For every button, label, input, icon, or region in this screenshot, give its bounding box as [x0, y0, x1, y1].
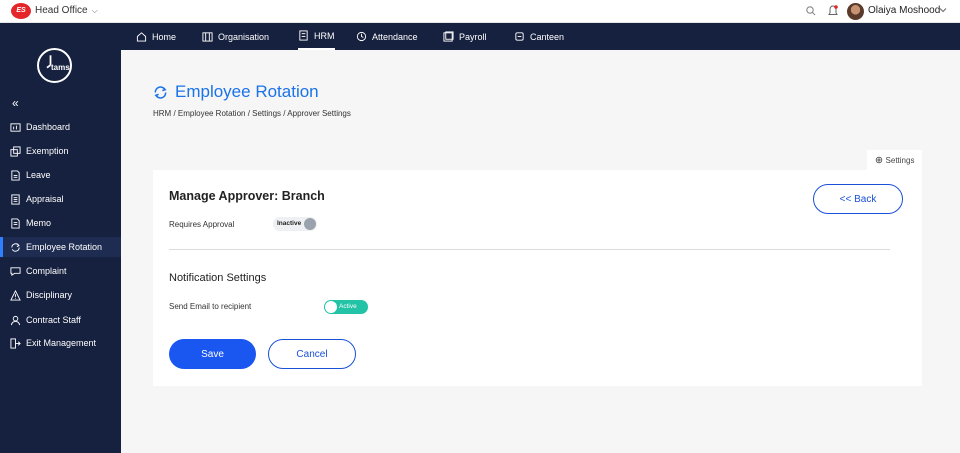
org-name: Head Office — [35, 5, 88, 16]
sidebar-item-dashboard[interactable]: Dashboard — [0, 117, 121, 137]
toggle-knob — [325, 301, 337, 313]
requires-approval-label: Requires Approval — [169, 220, 235, 229]
sidebar-item-label: Contract Staff — [26, 315, 81, 325]
canteen-icon — [515, 32, 524, 41]
sidebar-item-exemption[interactable]: Exemption — [0, 141, 121, 161]
exemption-icon — [10, 145, 21, 157]
send-email-label: Send Email to recipient — [169, 302, 252, 311]
main-navbar: Home Organisation HRM Attendance Payroll… — [121, 23, 960, 50]
company-logo: ES — [11, 3, 31, 19]
warning-icon — [10, 289, 21, 301]
page-title-text: Employee Rotation — [175, 82, 319, 101]
sidebar-item-appraisal[interactable]: Appraisal — [0, 189, 121, 209]
rotation-icon — [154, 85, 167, 99]
notification-settings-title: Notification Settings — [169, 272, 267, 284]
bell-icon[interactable] — [827, 4, 839, 18]
sidebar-item-complaint[interactable]: Complaint — [0, 261, 121, 281]
sidebar-item-label: Exemption — [26, 146, 69, 156]
sidebar-item-disciplinary[interactable]: Disciplinary — [0, 285, 121, 305]
home-icon — [136, 32, 147, 42]
top-bar: ES Head Office ⌵ Olaiya Moshood — [0, 0, 960, 23]
gear-icon — [875, 156, 882, 164]
tab-home[interactable]: Home — [136, 23, 176, 50]
logo-text: tams — [51, 63, 70, 72]
sidebar-item-leave[interactable]: Leave — [0, 165, 121, 185]
sidebar-item-label: Memo — [26, 218, 52, 228]
building-icon — [202, 32, 213, 42]
divider — [169, 249, 890, 250]
sidebar-item-label: Disciplinary — [26, 290, 73, 300]
exit-icon — [10, 337, 21, 349]
send-email-toggle[interactable]: Active — [324, 300, 368, 314]
payroll-icon — [443, 31, 454, 42]
collapse-sidebar-icon[interactable]: « — [12, 96, 19, 110]
sidebar-item-memo[interactable]: Memo — [0, 213, 121, 233]
sidebar-item-label: Complaint — [26, 266, 67, 276]
hrm-icon — [299, 30, 308, 41]
avatar[interactable] — [847, 3, 864, 20]
toggle-knob — [304, 218, 316, 230]
rotation-icon — [11, 242, 20, 252]
tab-attendance[interactable]: Attendance — [356, 23, 418, 50]
sidebar-item-label: Leave — [26, 170, 51, 180]
requires-approval-toggle[interactable]: Inactive — [273, 217, 317, 231]
tab-organisation[interactable]: Organisation — [202, 23, 269, 50]
sidebar-item-label: Dashboard — [26, 122, 71, 132]
appraisal-icon — [11, 193, 20, 205]
breadcrumb: HRM / Employee Rotation / Settings / App… — [153, 109, 351, 118]
tab-label: Canteen — [530, 31, 565, 42]
cancel-button[interactable]: Cancel — [268, 339, 356, 369]
sidebar-item-employee-rotation[interactable]: Employee Rotation — [0, 237, 121, 257]
tab-canteen[interactable]: Canteen — [514, 23, 564, 50]
back-button[interactable]: << Back — [813, 184, 903, 214]
chevron-down-icon: ⌵ — [91, 6, 98, 15]
tab-payroll[interactable]: Payroll — [443, 23, 487, 50]
sidebar: tams « Dashboard Exemption Leave Apprais… — [0, 23, 121, 453]
settings-tab-label: Settings — [885, 155, 915, 165]
sidebar-item-label: Appraisal — [26, 194, 64, 204]
settings-tab[interactable]: Settings — [867, 150, 922, 170]
sidebar-item-label: Exit Management — [26, 338, 97, 348]
chevron-down-icon[interactable] — [938, 5, 948, 15]
memo-icon — [11, 217, 20, 229]
org-selector[interactable]: Head Office ⌵ — [35, 5, 98, 16]
sidebar-item-label: Employee Rotation — [26, 242, 103, 252]
tab-label: HRM — [314, 30, 335, 41]
tab-hrm[interactable]: HRM — [298, 23, 335, 50]
approver-settings-card: Manage Approver: Branch << Back Requires… — [153, 170, 922, 386]
tab-label: Home — [152, 31, 177, 42]
tab-label: Payroll — [459, 31, 487, 42]
save-button[interactable]: Save — [169, 339, 256, 369]
tab-label: Organisation — [218, 31, 270, 42]
user-icon — [10, 315, 21, 325]
user-name[interactable]: Olaiya Moshood — [868, 5, 940, 16]
page-title: Employee Rotation — [153, 82, 319, 102]
leave-icon — [11, 169, 20, 181]
card-title: Manage Approver: Branch — [169, 189, 325, 203]
sidebar-item-exit-management[interactable]: Exit Management — [0, 333, 121, 353]
sidebar-item-contract-staff[interactable]: Contract Staff — [0, 310, 121, 330]
dashboard-icon — [10, 122, 21, 132]
toggle-state-text: Active — [339, 303, 357, 310]
tams-logo: tams — [37, 48, 72, 83]
toggle-state-text: Inactive — [277, 220, 302, 227]
complaint-icon — [10, 266, 21, 276]
clock-icon — [356, 31, 367, 42]
tab-label: Attendance — [372, 31, 418, 42]
search-icon[interactable] — [805, 5, 817, 17]
